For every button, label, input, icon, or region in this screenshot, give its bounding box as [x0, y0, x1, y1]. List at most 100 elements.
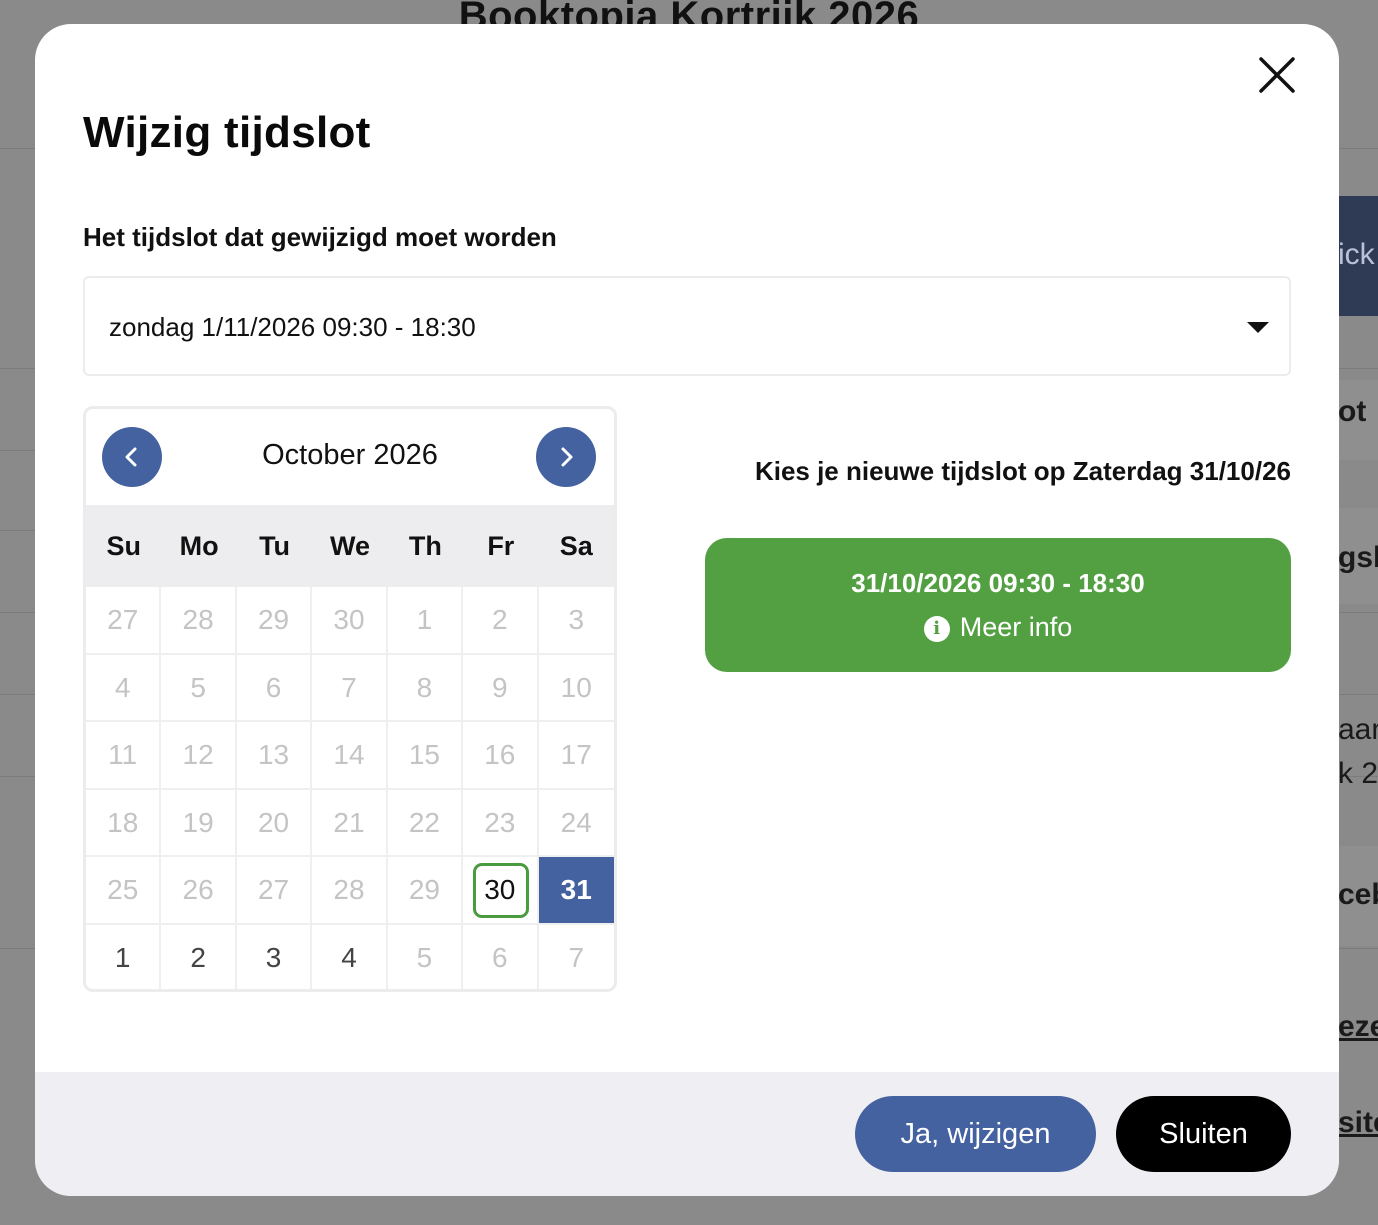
weekday-label: Mo — [179, 531, 219, 561]
calendar-day: 6 — [236, 654, 313, 722]
calendar-day-number: 2 — [190, 941, 206, 973]
calendar-day-number: 15 — [408, 739, 440, 770]
calendar-day: 6 — [463, 924, 539, 989]
calendar-day-number: 7 — [341, 671, 357, 703]
confirm-change-button[interactable]: Ja, wijzigen — [855, 1096, 1096, 1172]
background-text: gsb — [1338, 541, 1378, 574]
calendar-day: 2 — [161, 924, 237, 989]
timeslot-option-time: 31/10/2026 09:30 - 18:30 — [851, 568, 1145, 598]
calendar-day: 26 — [161, 857, 237, 925]
calendar-day-number: 6 — [265, 671, 282, 703]
calendar-day-number: 7 — [568, 941, 585, 973]
weekday-label: Th — [408, 531, 442, 561]
calendar-day: 29 — [387, 857, 464, 925]
more-info-label: Meer info — [959, 612, 1073, 642]
new-timeslot-heading: Kies je nieuwe tijdslot op Zaterdag 31/1… — [754, 456, 1291, 486]
timeslot-field-label: Het tijdslot dat gewijzigd moet worden — [83, 222, 557, 252]
calendar-day-number: 25 — [107, 874, 139, 905]
background-text: ceb — [1338, 878, 1378, 911]
calendar-day-number: 29 — [408, 874, 440, 905]
calendar-day-number: 30 — [484, 874, 516, 905]
calendar-day-number: 29 — [257, 604, 290, 635]
calendar-day: 9 — [463, 654, 539, 722]
weekday-label: Su — [106, 531, 141, 561]
background-text: ot — [1338, 395, 1367, 428]
background-link: site — [1338, 1106, 1378, 1139]
calendar-day-number: 5 — [416, 941, 433, 973]
background-text: aan — [1338, 713, 1378, 746]
calendar-day-number: 27 — [257, 874, 290, 905]
calendar-day: 1 — [86, 924, 162, 989]
calendar-day-number: 11 — [108, 739, 138, 770]
current-timeslot-select[interactable]: zondag 1/11/2026 09:30 - 18:30 — [83, 276, 1291, 376]
calendar-day-number: 12 — [182, 739, 214, 770]
calendar-day-number: 10 — [560, 671, 592, 703]
timeslot-option[interactable]: 31/10/2026 09:30 - 18:30 i Meer info — [705, 538, 1291, 672]
calendar-day: 27 — [236, 857, 313, 925]
calendar-day-number: 16 — [484, 739, 516, 770]
calendar-day-number: 9 — [492, 671, 508, 703]
background-link: eze — [1338, 1010, 1378, 1043]
calendar-weekday-row: Su Mo Tu We Th Fr Sa — [86, 505, 614, 587]
calendar-day-number: 31 — [560, 874, 592, 905]
calendar-day: 4 — [86, 654, 162, 722]
calendar-day: 12 — [161, 722, 237, 790]
calendar-day: 13 — [236, 722, 313, 790]
calendar-day: 11 — [86, 722, 162, 790]
calendar-day-number: 28 — [182, 604, 214, 635]
calendar-day-number: 1 — [114, 941, 131, 973]
calendar-day-number: 19 — [182, 806, 214, 838]
calendar-header: October 2026 — [86, 409, 614, 505]
calendar-day-selected[interactable]: 31 — [538, 857, 614, 925]
calendar-day-number: 13 — [257, 739, 290, 770]
calendar-days-grid: 27 28 29 30 1 2 3 4 5 6 7 8 9 10 11 12 13 14 15 16 17 18 19 20 2… — [86, 587, 614, 989]
calendar-day: 5 — [161, 654, 237, 722]
calendar-day: 5 — [388, 924, 464, 989]
weekday-label: Sa — [559, 531, 593, 561]
current-timeslot-value: zondag 1/11/2026 09:30 - 18:30 — [109, 312, 476, 342]
calendar-day: 23 — [463, 789, 539, 857]
weekday-label: Fr — [487, 531, 515, 561]
calendar-day-number: 30 — [333, 604, 365, 635]
background-text: ick — [1338, 238, 1375, 271]
calendar-month-label: October 2026 — [262, 439, 438, 471]
close-icon — [1259, 57, 1295, 93]
calendar-day: 2 — [463, 587, 539, 655]
calendar-day-number: 26 — [182, 874, 214, 905]
calendar-day-today: 30 — [463, 857, 539, 925]
calendar-day: 30 — [312, 587, 388, 655]
calendar-day-number: 28 — [333, 874, 365, 905]
calendar-day: 27 — [86, 587, 162, 655]
calendar-day: 28 — [312, 857, 388, 925]
calendar-day: 8 — [387, 654, 464, 722]
calendar-day: 20 — [236, 789, 313, 857]
calendar-day-number: 2 — [492, 604, 508, 635]
calendar-day-number: 20 — [257, 806, 290, 838]
calendar-day: 10 — [538, 655, 614, 722]
calendar-day: 28 — [161, 587, 237, 655]
calendar-day-number: 22 — [408, 806, 440, 838]
calendar-day: 17 — [538, 722, 614, 790]
weekday-label: Tu — [259, 531, 291, 561]
calendar-day-number: 18 — [107, 806, 139, 838]
next-month-button[interactable] — [536, 427, 596, 487]
calendar-day: 24 — [538, 790, 614, 857]
calendar-day-number: 14 — [333, 739, 365, 770]
calendar-day-number: 3 — [265, 941, 282, 973]
calendar-day-number: 1 — [416, 604, 433, 635]
calendar-day: 3 — [538, 587, 614, 655]
calendar-day: 25 — [86, 857, 162, 925]
date-picker-calendar: October 2026 Su Mo Tu We Th Fr Sa 27 28 29 30 1 2 3 4… — [83, 406, 617, 992]
calendar-day: 21 — [312, 789, 388, 857]
calendar-day-number: 4 — [114, 671, 131, 703]
more-info-link[interactable]: i Meer info — [705, 612, 1291, 643]
info-icon: i — [923, 616, 950, 642]
calendar-day: 1 — [387, 587, 464, 655]
calendar-day: 18 — [86, 789, 162, 857]
calendar-day-number: 21 — [333, 806, 365, 838]
calendar-day-number: 5 — [190, 671, 206, 703]
background-text: k 2 — [1338, 757, 1378, 790]
close-button[interactable] — [1257, 54, 1297, 96]
close-modal-button[interactable]: Sluiten — [1116, 1096, 1291, 1172]
calendar-day-number: 27 — [107, 604, 139, 635]
